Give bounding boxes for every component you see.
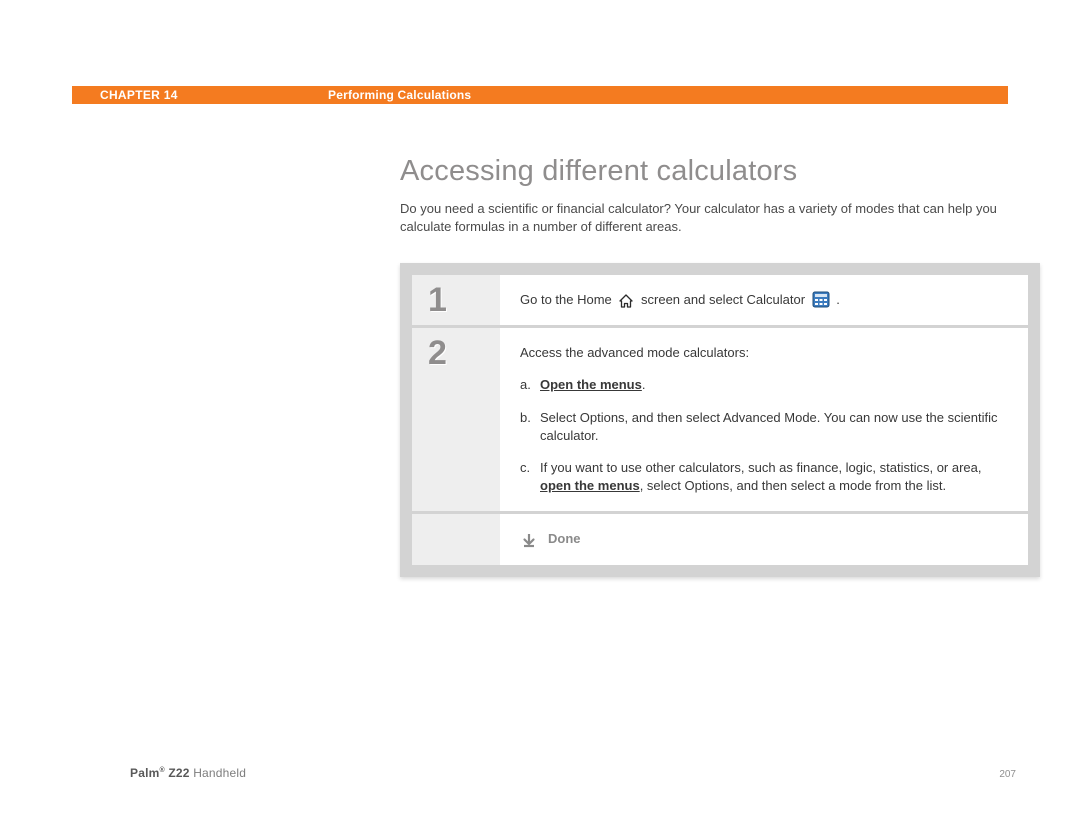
substep-item: b. Select Options, and then select Advan… [520,409,1008,445]
substep-text: , select Options, and then select a mode… [640,478,946,493]
done-row: Done [412,514,1028,564]
step-row: 1 Go to the Home screen and select Calcu… [412,275,1028,325]
substep-text: . [642,377,646,392]
step-number-blank [412,514,500,564]
step-number: 2 [412,328,500,511]
done-label: Done [548,530,581,548]
step-row: 2 Access the advanced mode calculators: … [412,328,1028,511]
house-icon [618,294,634,308]
done-body: Done [500,514,1028,564]
step-body: Go to the Home screen and select Calcula… [500,275,1028,325]
step-text: Go to the Home [520,292,615,307]
step-text: screen and select Calculator [641,292,809,307]
chapter-header: CHAPTER 14 Performing Calculations [72,86,1008,104]
substep-letter: c. [520,459,540,495]
page-footer: Palm® Z22 Handheld 207 [130,766,1016,780]
step-text: . [836,292,840,307]
chapter-label: CHAPTER 14 [72,88,328,102]
arrow-down-icon [520,531,538,549]
open-the-menus-link[interactable]: open the menus [540,478,640,493]
substep-text: Select Options, and then select Advanced… [540,409,1008,445]
step-lead: Access the advanced mode calculators: [520,344,1008,362]
open-the-menus-link[interactable]: Open the menus [540,377,642,392]
substep-list: a. Open the menus. b. Select Options, an… [520,376,1008,495]
section-title: Accessing different calculators [400,155,1008,188]
steps-card: 1 Go to the Home screen and select Calcu… [400,263,1040,577]
substep-letter: a. [520,376,540,394]
step-body: Access the advanced mode calculators: a.… [500,328,1028,511]
substep-item: c. If you want to use other calculators,… [520,459,1008,495]
step-number: 1 [412,275,500,325]
calculator-icon [812,291,830,308]
page-number: 207 [999,769,1016,780]
chapter-title: Performing Calculations [328,88,1008,102]
substep-letter: b. [520,409,540,445]
substep-text: If you want to use other calculators, su… [540,460,982,475]
product-name: Palm® Z22 Handheld [130,766,246,780]
main-content: Accessing different calculators Do you n… [400,155,1008,577]
intro-paragraph: Do you need a scientific or financial ca… [400,200,1008,235]
substep-item: a. Open the menus. [520,376,1008,394]
